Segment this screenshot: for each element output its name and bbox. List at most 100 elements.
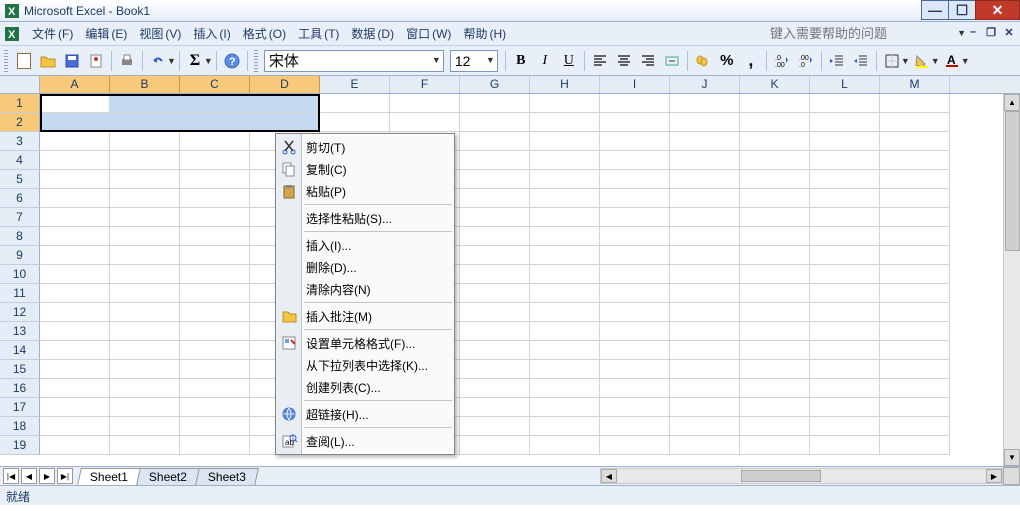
menu-插入[interactable]: 插入(I) — [187, 23, 236, 44]
cell-M12[interactable] — [880, 303, 950, 322]
cell-I5[interactable] — [600, 170, 670, 189]
cell-B5[interactable] — [110, 170, 180, 189]
row-header-10[interactable]: 10 — [0, 265, 40, 284]
cell-J16[interactable] — [670, 379, 740, 398]
select-all-button[interactable] — [0, 76, 40, 93]
cell-G19[interactable] — [460, 436, 530, 455]
cell-A3[interactable] — [40, 132, 110, 151]
cell-B11[interactable] — [110, 284, 180, 303]
fill-color-button[interactable] — [911, 50, 933, 72]
undo-dropdown-icon[interactable]: ▼ — [167, 56, 176, 66]
row-header-5[interactable]: 5 — [0, 170, 40, 189]
row-header-8[interactable]: 8 — [0, 227, 40, 246]
cell-H18[interactable] — [530, 417, 600, 436]
cell-J12[interactable] — [670, 303, 740, 322]
cell-G13[interactable] — [460, 322, 530, 341]
font-size-selector[interactable]: 12▼ — [450, 50, 498, 72]
cell-K3[interactable] — [740, 132, 810, 151]
cell-J2[interactable] — [670, 113, 740, 132]
column-header-C[interactable]: C — [180, 76, 250, 93]
cell-H19[interactable] — [530, 436, 600, 455]
cell-B18[interactable] — [110, 417, 180, 436]
row-header-18[interactable]: 18 — [0, 417, 40, 436]
cell-L3[interactable] — [810, 132, 880, 151]
menu-数据[interactable]: 数据(D) — [345, 23, 400, 44]
cell-J15[interactable] — [670, 360, 740, 379]
cell-C16[interactable] — [180, 379, 250, 398]
menu-视图[interactable]: 视图(V) — [133, 23, 187, 44]
cell-E1[interactable] — [320, 94, 390, 113]
cell-J1[interactable] — [670, 94, 740, 113]
ctx-超链接h[interactable]: 超链接(H)... — [276, 403, 454, 425]
cell-L16[interactable] — [810, 379, 880, 398]
cell-K8[interactable] — [740, 227, 810, 246]
cell-H4[interactable] — [530, 151, 600, 170]
cell-A7[interactable] — [40, 208, 110, 227]
help-dropdown-icon[interactable]: ▼ — [957, 28, 966, 38]
cell-K13[interactable] — [740, 322, 810, 341]
cell-D2[interactable] — [250, 113, 320, 132]
tab-next-button[interactable]: ▶ — [39, 468, 55, 484]
sheet-tab-Sheet3[interactable]: Sheet3 — [195, 468, 259, 485]
cell-K7[interactable] — [740, 208, 810, 227]
cell-A2[interactable] — [40, 113, 110, 132]
cell-A11[interactable] — [40, 284, 110, 303]
cell-L12[interactable] — [810, 303, 880, 322]
row-header-19[interactable]: 19 — [0, 436, 40, 455]
scroll-left-button[interactable]: ◀ — [601, 469, 617, 483]
sheet-tab-Sheet2[interactable]: Sheet2 — [136, 468, 200, 485]
cell-K1[interactable] — [740, 94, 810, 113]
cell-I15[interactable] — [600, 360, 670, 379]
cell-L15[interactable] — [810, 360, 880, 379]
cell-K5[interactable] — [740, 170, 810, 189]
cell-I6[interactable] — [600, 189, 670, 208]
cell-J8[interactable] — [670, 227, 740, 246]
cell-L6[interactable] — [810, 189, 880, 208]
decrease-indent-button[interactable] — [826, 50, 848, 72]
cell-G14[interactable] — [460, 341, 530, 360]
cell-L18[interactable] — [810, 417, 880, 436]
column-header-H[interactable]: H — [530, 76, 600, 93]
cell-J13[interactable] — [670, 322, 740, 341]
cell-K10[interactable] — [740, 265, 810, 284]
cell-G8[interactable] — [460, 227, 530, 246]
close-button[interactable]: ✕ — [975, 0, 1020, 20]
row-header-13[interactable]: 13 — [0, 322, 40, 341]
cell-C9[interactable] — [180, 246, 250, 265]
italic-button[interactable]: I — [534, 50, 556, 72]
cell-M18[interactable] — [880, 417, 950, 436]
cell-H1[interactable] — [530, 94, 600, 113]
cell-J6[interactable] — [670, 189, 740, 208]
save-button[interactable] — [61, 50, 83, 72]
cell-L7[interactable] — [810, 208, 880, 227]
cell-K19[interactable] — [740, 436, 810, 455]
cell-A16[interactable] — [40, 379, 110, 398]
ctx-从下拉列表中选择k[interactable]: 从下拉列表中选择(K)... — [276, 354, 454, 376]
row-header-11[interactable]: 11 — [0, 284, 40, 303]
row-header-9[interactable]: 9 — [0, 246, 40, 265]
cell-I13[interactable] — [600, 322, 670, 341]
cell-A9[interactable] — [40, 246, 110, 265]
comma-button[interactable]: , — [740, 50, 762, 72]
cell-B2[interactable] — [110, 113, 180, 132]
cell-J10[interactable] — [670, 265, 740, 284]
ctx-清除内容n[interactable]: 清除内容(N) — [276, 278, 454, 300]
tab-first-button[interactable]: |◀ — [3, 468, 19, 484]
toolbar-handle[interactable] — [4, 50, 8, 72]
cell-G1[interactable] — [460, 94, 530, 113]
cell-B8[interactable] — [110, 227, 180, 246]
cell-A19[interactable] — [40, 436, 110, 455]
scroll-down-button[interactable]: ▼ — [1004, 449, 1020, 466]
column-header-E[interactable]: E — [320, 76, 390, 93]
cell-I10[interactable] — [600, 265, 670, 284]
row-header-1[interactable]: 1 — [0, 94, 40, 113]
cell-M16[interactable] — [880, 379, 950, 398]
menu-文件[interactable]: 文件(F) — [26, 23, 79, 44]
cell-M14[interactable] — [880, 341, 950, 360]
cell-J7[interactable] — [670, 208, 740, 227]
cell-L11[interactable] — [810, 284, 880, 303]
column-header-B[interactable]: B — [110, 76, 180, 93]
column-header-J[interactable]: J — [670, 76, 740, 93]
cell-B1[interactable] — [110, 94, 180, 113]
cell-A13[interactable] — [40, 322, 110, 341]
